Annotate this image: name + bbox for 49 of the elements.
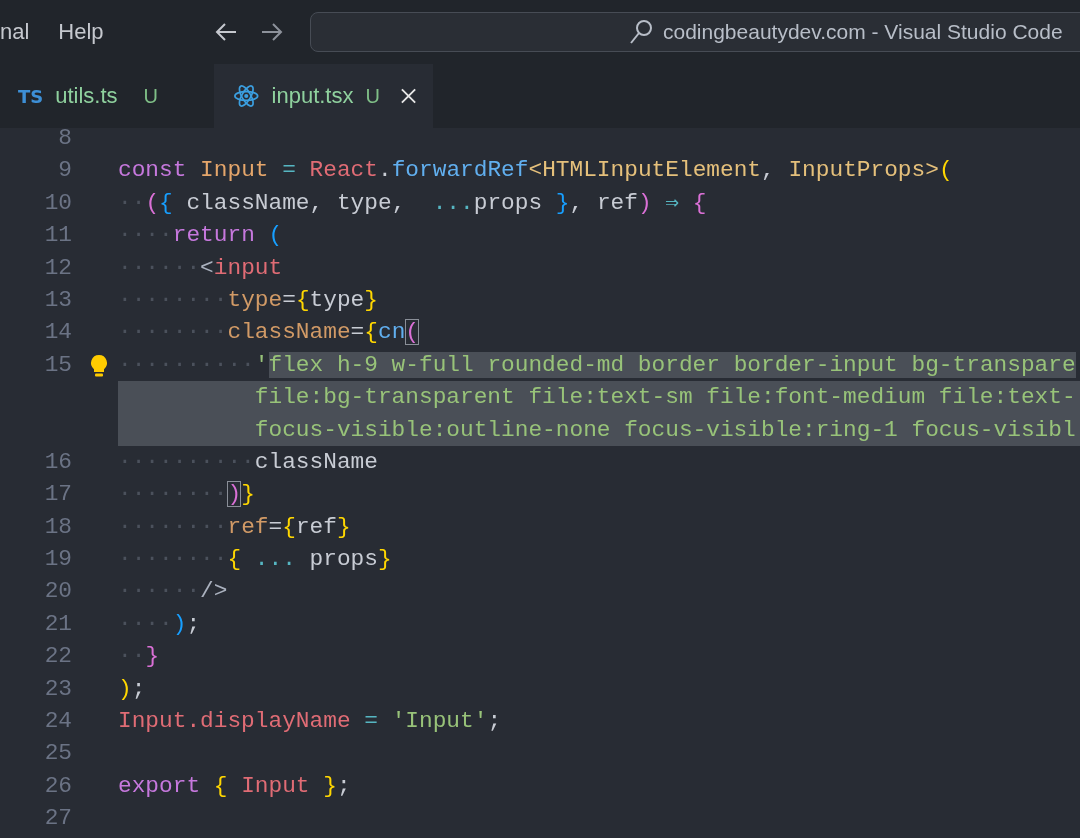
code-line: ····return ( <box>118 221 283 251</box>
line-number: 15 <box>43 350 72 380</box>
code-line: ······/> <box>118 577 228 607</box>
close-icon[interactable] <box>399 87 417 105</box>
menu-item[interactable]: nal <box>0 15 30 49</box>
line-number: 12 <box>43 253 72 283</box>
line-number: 9 <box>57 156 72 186</box>
atom-icon <box>233 82 260 110</box>
forward-arrow-icon[interactable] <box>259 22 284 42</box>
typescript-file-icon: TS <box>18 85 44 107</box>
line-number: 14 <box>43 318 72 348</box>
window-title: codingbeautydev.com - Visual Studio Code <box>662 20 1063 44</box>
line-number: 25 <box>43 739 72 769</box>
code-line: Input.displayName = 'Input'; <box>118 707 502 737</box>
editor-tab[interactable]: TS utils.ts U <box>0 64 214 128</box>
lightbulb-icon[interactable] <box>88 353 110 378</box>
line-number: 17 <box>43 480 72 510</box>
search-icon <box>628 19 653 45</box>
code-line: export { Input }; <box>118 771 351 801</box>
line-number: 21 <box>43 609 72 639</box>
line-number: 10 <box>43 188 72 218</box>
line-number: 22 <box>43 642 72 672</box>
line-number: 11 <box>43 221 72 251</box>
line-number: 27 <box>43 804 72 834</box>
code-line: ··({ className, type, ...props }, ref) ⇒ { <box>118 188 707 218</box>
code-line: ········{ ... props} <box>118 545 392 575</box>
code-line: ··} <box>118 642 160 672</box>
line-number: 16 <box>43 447 72 477</box>
code-line: ········ref={ref} <box>118 512 351 542</box>
editor-tab[interactable]: input.tsx U <box>214 64 433 128</box>
line-number: 8 <box>57 128 72 153</box>
line-number: 19 <box>43 545 72 575</box>
line-number: 20 <box>43 577 72 607</box>
line-number: 24 <box>43 707 72 737</box>
code-line: ····); <box>118 609 201 639</box>
line-number: 26 <box>43 771 72 801</box>
command-center-search[interactable]: codingbeautydev.com - Visual Studio Code <box>309 12 1080 52</box>
line-number: 13 <box>43 285 72 315</box>
line-number: 23 <box>43 674 72 704</box>
code-line: ········)} <box>118 480 255 510</box>
code-line: ··········className <box>118 447 378 477</box>
code-line: ······<input <box>118 253 283 283</box>
code-line: ); <box>118 674 146 704</box>
back-arrow-icon[interactable] <box>213 22 238 42</box>
menu-item[interactable]: Help <box>58 15 104 49</box>
code-line: const Input = React.forwardRef<HTMLInputElement, InputProps>( <box>118 156 953 186</box>
line-number: 18 <box>43 512 72 542</box>
code-line: ········className={cn( <box>118 318 419 348</box>
code-line: ········type={type} <box>118 285 378 315</box>
